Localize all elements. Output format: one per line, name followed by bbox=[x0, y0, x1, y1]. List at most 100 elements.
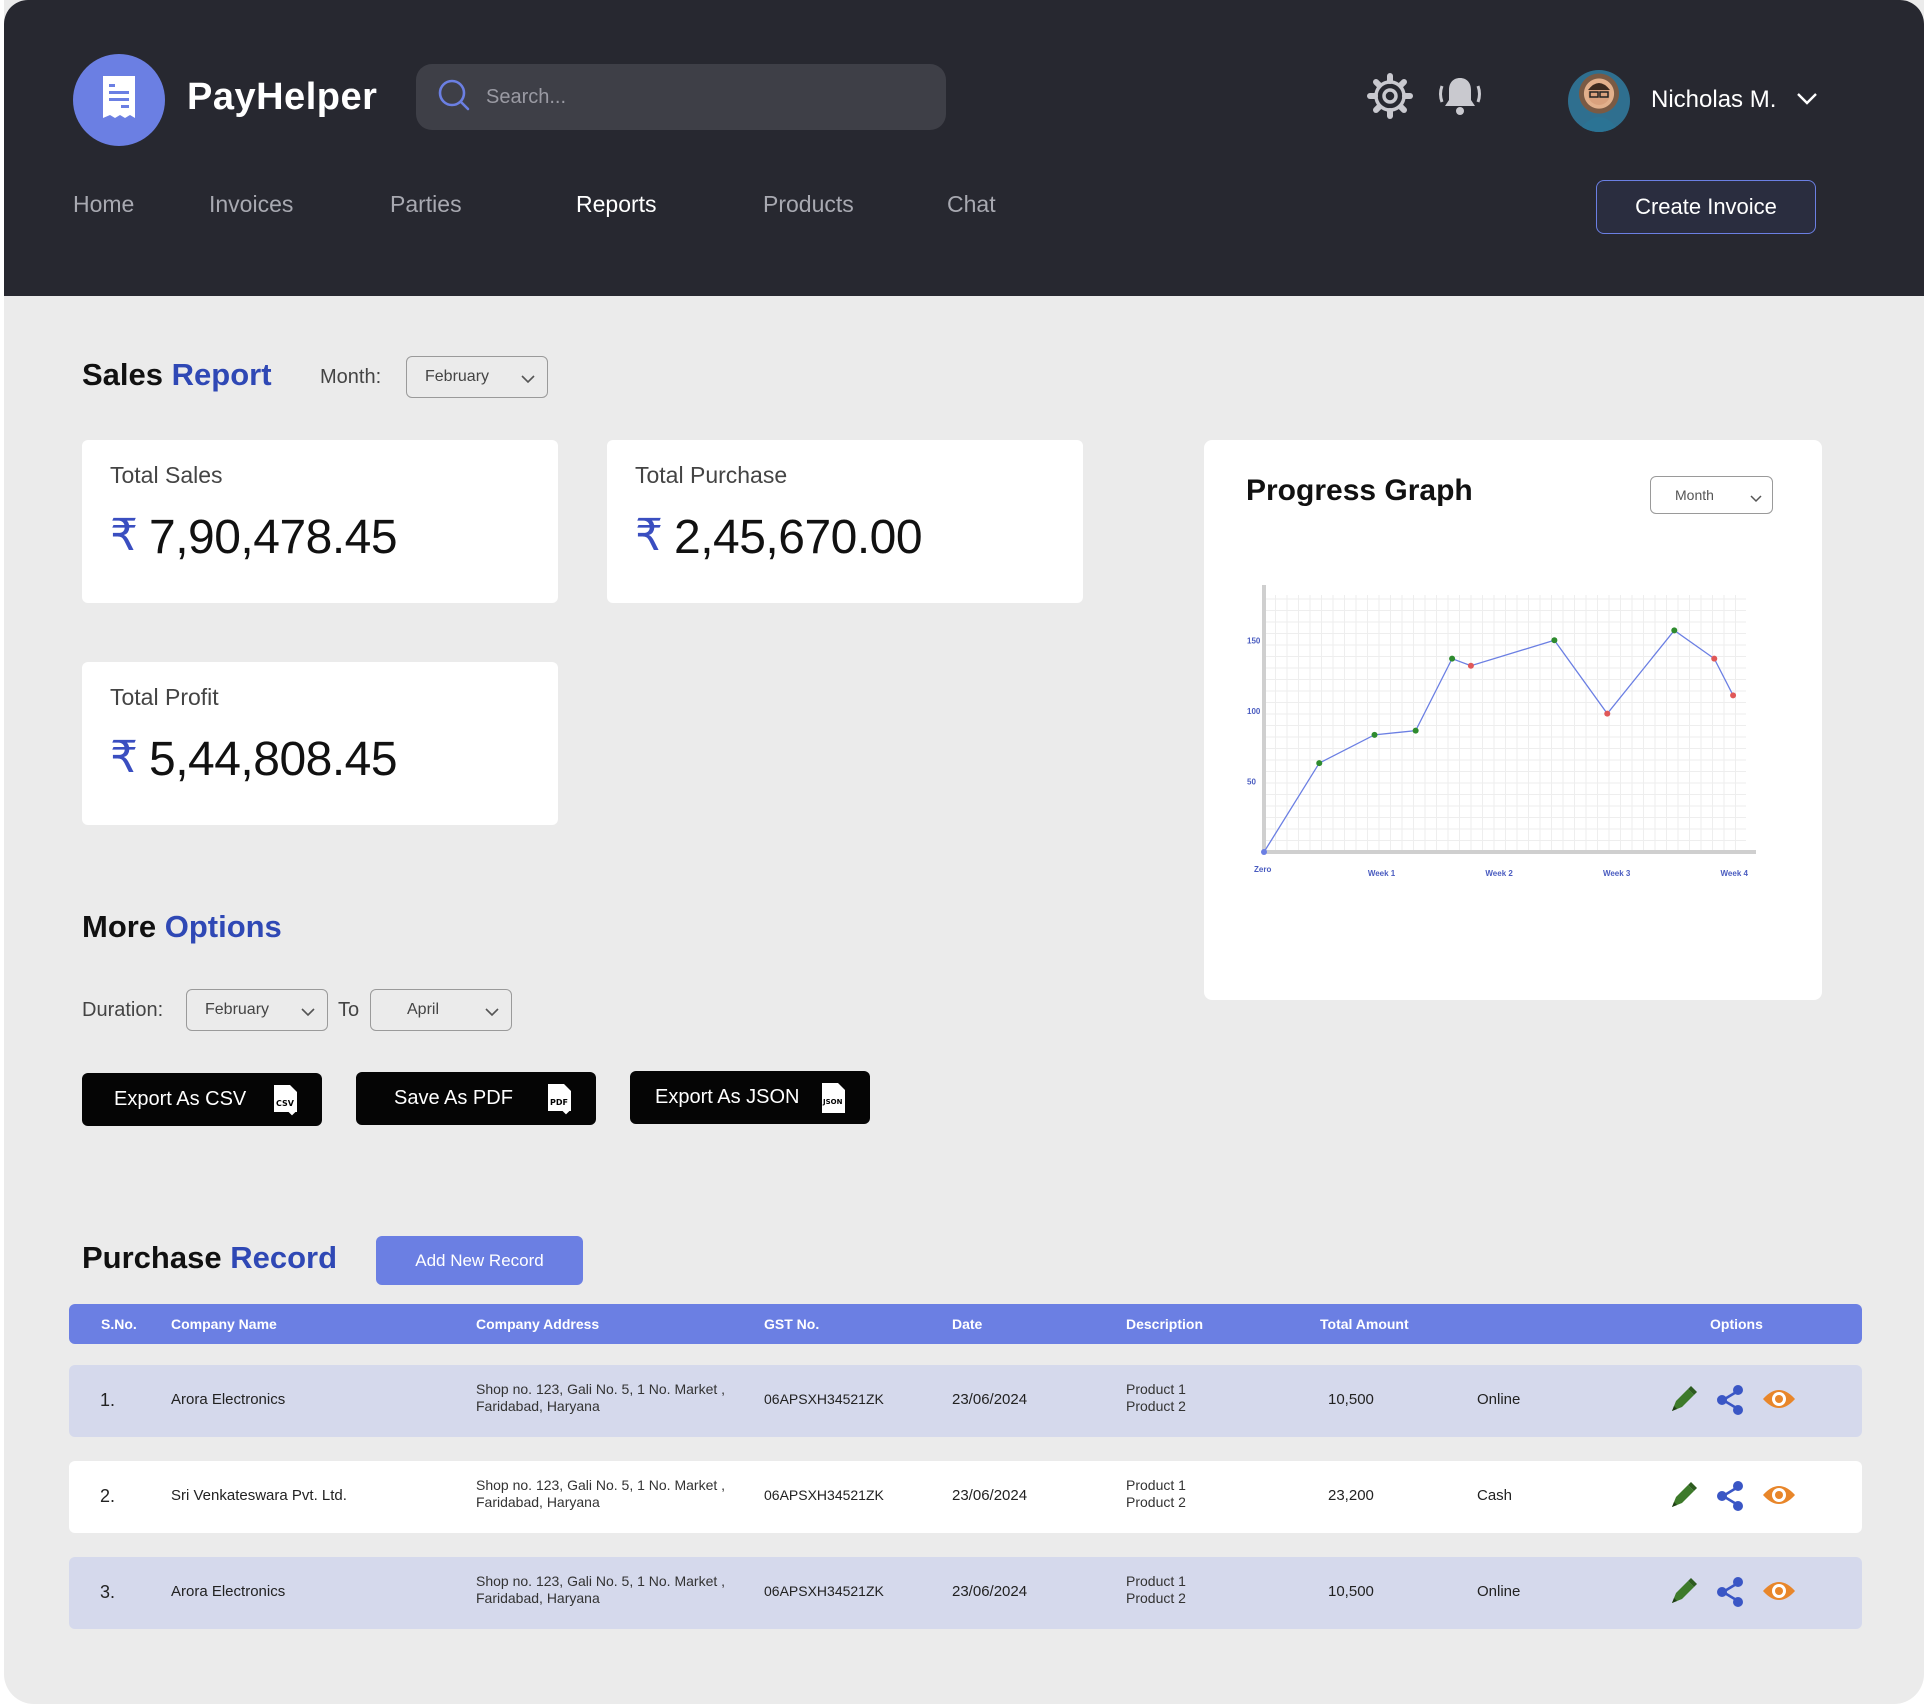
cell-company: Arora Electronics bbox=[171, 1583, 286, 1600]
button-label: Export As JSON bbox=[655, 1086, 800, 1108]
y-tick-label: Zero bbox=[1254, 865, 1271, 874]
y-tick-label: 50 bbox=[1247, 777, 1256, 786]
chevron-down-icon[interactable] bbox=[1796, 92, 1818, 111]
table-row[interactable]: 1. Arora Electronics Shop no. 123, Gali … bbox=[69, 1365, 1862, 1437]
cell-description: Product 1 Product 2 bbox=[1126, 1381, 1186, 1415]
series-line bbox=[1263, 629, 1734, 853]
cell-date: 23/06/2024 bbox=[952, 1583, 1028, 1600]
data-point bbox=[1261, 849, 1267, 855]
data-point bbox=[1371, 731, 1378, 738]
edit-icon[interactable] bbox=[1666, 1383, 1700, 1422]
share-icon[interactable] bbox=[1714, 1479, 1748, 1518]
edit-icon[interactable] bbox=[1666, 1479, 1700, 1518]
table-row[interactable]: 3. Arora Electronics Shop no. 123, Gali … bbox=[69, 1557, 1862, 1629]
title-main: Sales bbox=[82, 357, 164, 392]
gear-icon[interactable] bbox=[1366, 72, 1414, 125]
cell-gst: 06APSXH34521ZK bbox=[764, 1391, 884, 1407]
cell-company: Sri Venkateswara Pvt. Ltd. bbox=[171, 1487, 347, 1504]
cell-payment: Online bbox=[1477, 1391, 1521, 1408]
save-pdf-button[interactable]: Save As PDF PDF bbox=[356, 1072, 596, 1125]
x-tick-label: Week 3 bbox=[1603, 869, 1631, 878]
data-point bbox=[1412, 727, 1419, 734]
duration-to-select[interactable]: April bbox=[370, 989, 512, 1031]
card-label: Total Purchase bbox=[635, 462, 788, 488]
column-header: Description bbox=[1126, 1316, 1204, 1332]
button-label: Save As PDF bbox=[394, 1087, 513, 1109]
user-name[interactable]: Nicholas M. bbox=[1651, 86, 1776, 114]
rupee-icon: ₹ bbox=[110, 733, 138, 782]
x-tick-label: Week 2 bbox=[1485, 869, 1513, 878]
column-header: S.No. bbox=[101, 1316, 137, 1332]
search-input[interactable] bbox=[486, 85, 926, 109]
table-row[interactable]: 2. Sri Venkateswara Pvt. Ltd. Shop no. 1… bbox=[69, 1461, 1862, 1533]
bell-icon[interactable] bbox=[1436, 72, 1484, 125]
progress-graph-card: Progress Graph Month Zero 50 100 150 Week 1W… bbox=[1204, 440, 1822, 1000]
add-new-record-button[interactable]: Add New Record bbox=[376, 1236, 583, 1285]
export-json-button[interactable]: Export As JSON JSON bbox=[630, 1071, 870, 1124]
json-file-icon: JSON bbox=[820, 1082, 848, 1120]
search-icon bbox=[436, 77, 472, 118]
purchase-record-title: Purchase Record bbox=[82, 1240, 337, 1276]
to-value: April bbox=[407, 1001, 440, 1018]
nav-parties[interactable]: Parties bbox=[390, 191, 462, 218]
column-header: Total Amount bbox=[1320, 1316, 1409, 1332]
chevron-down-icon bbox=[485, 1004, 499, 1022]
to-label: To bbox=[338, 999, 360, 1021]
data-point bbox=[1730, 692, 1737, 699]
nav-home[interactable]: Home bbox=[73, 191, 134, 218]
edit-icon[interactable] bbox=[1666, 1575, 1700, 1614]
card-label: Total Profit bbox=[110, 684, 219, 710]
cell-company: Arora Electronics bbox=[171, 1391, 286, 1408]
view-icon[interactable] bbox=[1761, 1383, 1797, 1422]
month-select-value: February bbox=[425, 368, 490, 385]
card-value: 5,44,808.45 bbox=[149, 733, 398, 786]
y-tick-label: 150 bbox=[1247, 636, 1261, 645]
view-icon[interactable] bbox=[1761, 1575, 1797, 1614]
cell-sno: 1. bbox=[100, 1390, 116, 1410]
top-header: PayHelper Search... Nicholas M. Home Inv… bbox=[4, 0, 1924, 296]
cell-payment: Online bbox=[1477, 1583, 1521, 1600]
month-select[interactable]: February bbox=[406, 356, 548, 398]
address-line: Faridabad, Haryana bbox=[476, 1494, 600, 1510]
cell-payment: Cash bbox=[1477, 1487, 1513, 1504]
address-line: Shop no. 123, Gali No. 5, 1 No. Market , bbox=[476, 1381, 726, 1397]
app-logo[interactable] bbox=[73, 54, 165, 146]
title-main: Purchase bbox=[82, 1240, 222, 1275]
description-line: Product 1 bbox=[1126, 1573, 1186, 1589]
search-bar[interactable] bbox=[416, 64, 946, 130]
share-icon[interactable] bbox=[1714, 1575, 1748, 1614]
cell-gst: 06APSXH34521ZK bbox=[764, 1487, 884, 1503]
cell-sno: 3. bbox=[100, 1582, 116, 1602]
nav-reports[interactable]: Reports bbox=[576, 191, 657, 218]
nav-products[interactable]: Products bbox=[763, 191, 854, 218]
cell-address: Shop no. 123, Gali No. 5, 1 No. Market ,… bbox=[476, 1573, 725, 1607]
total-purchase-card: Total Purchase ₹ 2,45,670.00 bbox=[607, 440, 1083, 603]
cell-description: Product 1 Product 2 bbox=[1126, 1477, 1186, 1511]
column-header: Company Address bbox=[476, 1316, 600, 1332]
svg-text:JSON: JSON bbox=[822, 1098, 843, 1106]
description-line: Product 2 bbox=[1126, 1494, 1186, 1510]
view-icon[interactable] bbox=[1761, 1479, 1797, 1518]
x-tick-label: Week 4 bbox=[1721, 869, 1749, 878]
title-accent: Report bbox=[171, 357, 272, 392]
address-line: Shop no. 123, Gali No. 5, 1 No. Market , bbox=[476, 1573, 726, 1589]
chevron-down-icon bbox=[301, 1004, 315, 1022]
total-sales-card: Total Sales ₹ 7,90,478.45 bbox=[82, 440, 558, 603]
cell-description: Product 1 Product 2 bbox=[1126, 1573, 1186, 1607]
nav-invoices[interactable]: Invoices bbox=[209, 191, 293, 218]
avatar[interactable] bbox=[1568, 70, 1630, 132]
export-csv-button[interactable]: Export As CSV CSV bbox=[82, 1073, 322, 1126]
button-label: Export As CSV bbox=[114, 1088, 247, 1110]
nav-chat[interactable]: Chat bbox=[947, 191, 996, 218]
column-header: Date bbox=[952, 1316, 983, 1332]
data-point bbox=[1551, 637, 1558, 644]
app-frame: PayHelper Search... Nicholas M. Home Inv… bbox=[4, 0, 1924, 1704]
data-point bbox=[1604, 710, 1611, 717]
share-icon[interactable] bbox=[1714, 1383, 1748, 1422]
cell-amount: 23,200 bbox=[1328, 1487, 1374, 1504]
duration-from-select[interactable]: February bbox=[186, 989, 328, 1031]
cell-gst: 06APSXH34521ZK bbox=[764, 1583, 884, 1599]
data-point bbox=[1449, 655, 1456, 662]
cell-sno: 2. bbox=[100, 1486, 116, 1506]
create-invoice-button[interactable]: Create Invoice bbox=[1596, 180, 1816, 234]
